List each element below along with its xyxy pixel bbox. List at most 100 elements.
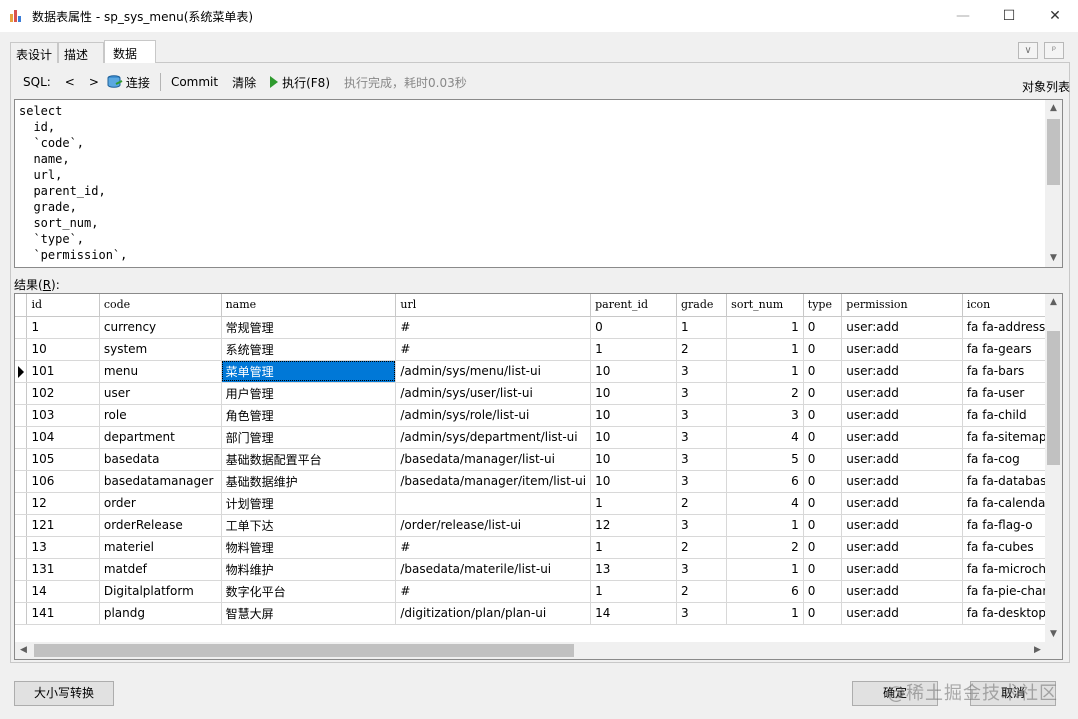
cell-type[interactable]: 0 (803, 426, 843, 449)
cell-url[interactable]: # (395, 338, 592, 361)
cell-parent-id[interactable]: 14 (590, 602, 677, 625)
cell-grade[interactable]: 2 (676, 338, 728, 361)
cell-grade[interactable]: 3 (676, 514, 728, 537)
grid-vertical-scrollbar[interactable]: ▲ ▼ (1045, 294, 1062, 643)
cell-parent-id[interactable]: 10 (590, 470, 677, 493)
cell-code[interactable]: user (99, 382, 222, 405)
cell-code[interactable]: matdef (99, 558, 222, 581)
clear-button[interactable]: 清除 (232, 74, 256, 91)
cell-type[interactable]: 0 (803, 580, 843, 603)
cell-parent-id[interactable]: 10 (590, 382, 677, 405)
table-row[interactable]: 104 department 部门管理/admin/sys/department/l… (15, 426, 1062, 449)
case-convert-button[interactable]: 大小写转换 (14, 681, 114, 706)
cell-type[interactable]: 0 (803, 602, 843, 625)
row-header[interactable] (15, 558, 28, 581)
results-grid[interactable]: id code name url parent_id grade sort_num type p… (14, 293, 1063, 660)
column-header-sort-num[interactable]: sort_num (726, 294, 804, 317)
cell-url[interactable]: /basedata/materile/list-ui (395, 558, 592, 581)
cell-sort-num[interactable]: 6 (726, 470, 804, 493)
table-row[interactable]: 103 role 角色管理/admin/sys/role/list-ui 10 3 3 0 u… (15, 404, 1062, 427)
cell-id[interactable]: 131 (26, 558, 100, 581)
back-button[interactable]: < (65, 75, 75, 89)
cell-permission[interactable]: user:add (841, 360, 963, 383)
cell-code[interactable]: order (99, 492, 222, 515)
cell-name[interactable]: 基础数据配置平台 (221, 448, 397, 471)
cell-parent-id[interactable]: 13 (590, 558, 677, 581)
sql-text[interactable]: select id, `code`, name, url, parent_id,… (19, 103, 127, 263)
table-row[interactable]: 1 currency 常规管理 #0 1 1 0 user:add fa fa-address (15, 316, 1062, 339)
cell-grade[interactable]: 3 (676, 426, 728, 449)
cell-grade[interactable]: 3 (676, 602, 728, 625)
row-header[interactable] (15, 426, 28, 449)
column-header-id[interactable]: id (26, 294, 100, 317)
table-row[interactable]: 10 system 系统管理 #1 2 1 0 user:add fa fa-gears (15, 338, 1062, 361)
cell-url[interactable]: # (395, 580, 592, 603)
pin-icon[interactable]: ᵖ (1044, 42, 1064, 59)
cell-name[interactable]: 部门管理 (221, 426, 397, 449)
scroll-up-icon[interactable]: ▲ (1045, 294, 1062, 311)
sql-editor[interactable]: select id, `code`, name, url, parent_id,… (14, 99, 1063, 268)
cell-id[interactable]: 1 (26, 316, 100, 339)
row-header[interactable] (15, 536, 28, 559)
tab-data[interactable]: 数据 (104, 40, 156, 64)
chevron-down-icon[interactable]: ∨ (1018, 42, 1038, 59)
table-row[interactable]: 105 basedata 基础数据配置平台/basedata/manager/lis… (15, 448, 1062, 471)
cell-grade[interactable]: 3 (676, 382, 728, 405)
cell-permission[interactable]: user:add (841, 536, 963, 559)
cell-grade[interactable]: 2 (676, 492, 728, 515)
cell-url[interactable]: /digitization/plan/plan-ui (395, 602, 592, 625)
table-row[interactable]: 121 orderRelease 工单下达/order/release/list-u… (15, 514, 1062, 537)
cell-permission[interactable]: user:add (841, 426, 963, 449)
cell-id[interactable]: 13 (26, 536, 100, 559)
row-header[interactable] (15, 448, 28, 471)
cell-permission[interactable]: user:add (841, 470, 963, 493)
scroll-down-icon[interactable]: ▼ (1045, 626, 1062, 643)
cell-grade[interactable]: 3 (676, 448, 728, 471)
cell-type[interactable]: 0 (803, 338, 843, 361)
table-row[interactable]: 106 basedatamanager 基础数据维护/basedata/manage… (15, 470, 1062, 493)
cell-type[interactable]: 0 (803, 448, 843, 471)
cell-code[interactable]: orderRelease (99, 514, 222, 537)
cell-code[interactable]: Digitalplatform (99, 580, 222, 603)
grid-horizontal-scrollbar[interactable]: ◀ ▶ (15, 642, 1046, 659)
table-row[interactable]: 141 plandg 智慧大屏/digitization/plan/plan-ui 1… (15, 602, 1062, 625)
cell-grade[interactable]: 2 (676, 536, 728, 559)
cell-code[interactable]: department (99, 426, 222, 449)
cell-permission[interactable]: user:add (841, 338, 963, 361)
scroll-thumb[interactable] (1047, 331, 1060, 465)
cell-type[interactable]: 0 (803, 382, 843, 405)
cell-id[interactable]: 141 (26, 602, 100, 625)
cell-parent-id[interactable]: 1 (590, 536, 677, 559)
cell-url[interactable]: /admin/sys/menu/list-ui (395, 360, 592, 383)
cell-grade[interactable]: 3 (676, 404, 728, 427)
row-header[interactable] (15, 360, 28, 383)
close-button[interactable]: ✕ (1032, 0, 1078, 32)
cell-sort-num[interactable]: 5 (726, 448, 804, 471)
cell-url[interactable]: /admin/sys/department/list-ui (395, 426, 592, 449)
cell-id[interactable]: 105 (26, 448, 100, 471)
cell-name[interactable]: 物料维护 (221, 558, 397, 581)
cell-url[interactable]: # (395, 536, 592, 559)
tab-table-design[interactable]: 表设计 (10, 42, 58, 63)
cell-sort-num[interactable]: 1 (726, 514, 804, 537)
cell-name[interactable]: 数字化平台 (221, 580, 397, 603)
cell-type[interactable]: 0 (803, 360, 843, 383)
cell-type[interactable]: 0 (803, 316, 843, 339)
cell-sort-num[interactable]: 1 (726, 338, 804, 361)
cell-url[interactable]: /basedata/manager/item/list-ui (395, 470, 592, 493)
cell-parent-id[interactable]: 10 (590, 404, 677, 427)
cell-type[interactable]: 0 (803, 492, 843, 515)
cell-parent-id[interactable]: 1 (590, 580, 677, 603)
cell-type[interactable]: 0 (803, 536, 843, 559)
row-header[interactable] (15, 602, 28, 625)
cell-name[interactable]: 用户管理 (221, 382, 397, 405)
cell-parent-id[interactable]: 10 (590, 448, 677, 471)
cell-sort-num[interactable]: 1 (726, 558, 804, 581)
cell-name[interactable]: 角色管理 (221, 404, 397, 427)
maximize-button[interactable]: ☐ (986, 0, 1032, 32)
cell-code[interactable]: system (99, 338, 222, 361)
cell-id[interactable]: 102 (26, 382, 100, 405)
object-list-link[interactable]: 对象列表 (1022, 78, 1070, 95)
cell-code[interactable]: materiel (99, 536, 222, 559)
cell-sort-num[interactable]: 4 (726, 426, 804, 449)
